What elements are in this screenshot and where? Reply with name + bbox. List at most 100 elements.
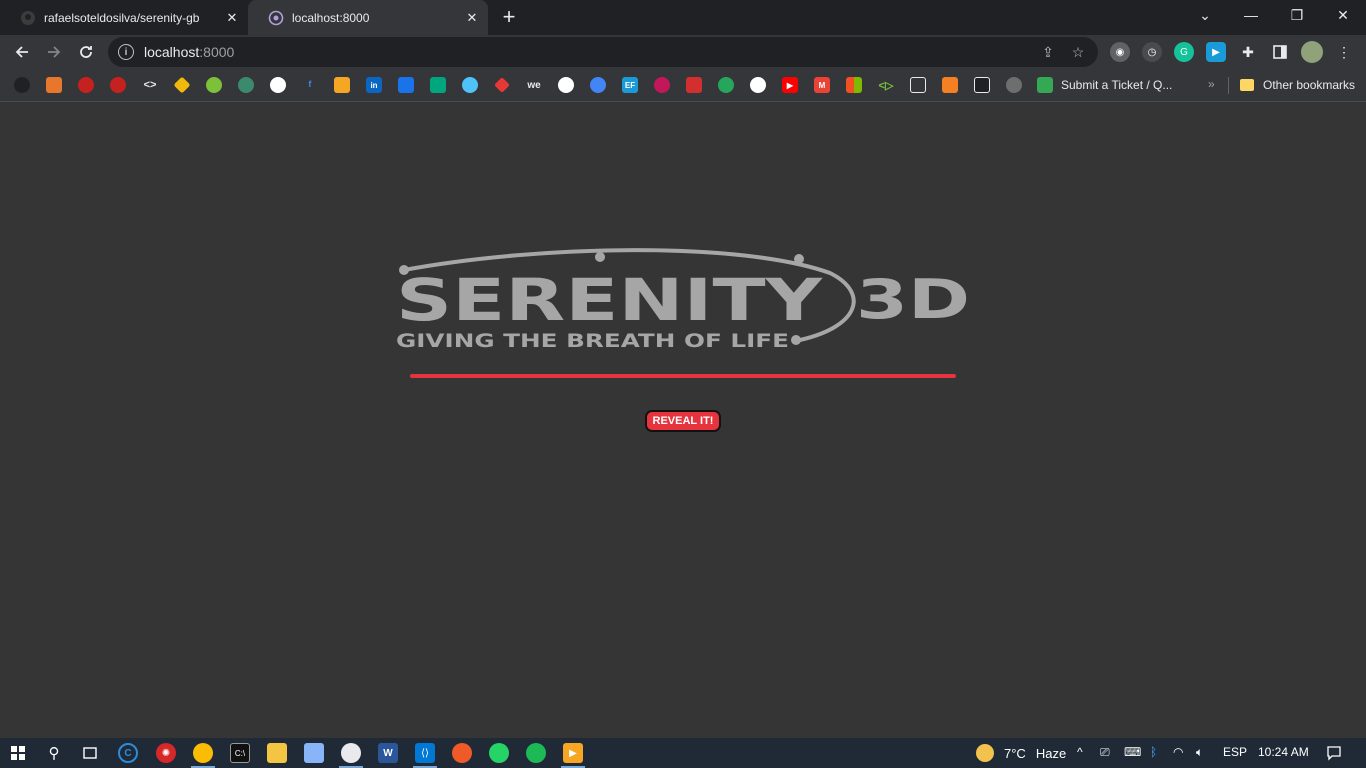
bookmark-icon[interactable]: [654, 77, 670, 93]
lightbulb-extension-icon[interactable]: ◉: [1110, 42, 1130, 62]
bookmark-icon[interactable]: [430, 77, 446, 93]
tab-localhost[interactable]: localhost:8000 ✕: [248, 0, 488, 35]
chevron-up-icon[interactable]: ^: [1077, 745, 1083, 759]
linkedin-bookmark-icon[interactable]: in: [366, 77, 382, 93]
language-indicator[interactable]: ESP: [1223, 745, 1247, 759]
minimize-button[interactable]: —: [1228, 0, 1274, 30]
bookmark-icon[interactable]: [910, 77, 926, 93]
bookmark-icon[interactable]: <▷: [878, 77, 894, 93]
logo-tagline: GIVING THE BREATH OF LIFE: [396, 330, 789, 352]
chrome-icon[interactable]: [193, 743, 213, 763]
address-bar[interactable]: i localhost:8000 ⇪ ☆: [108, 37, 1098, 67]
terminal-icon[interactable]: C:\: [230, 743, 250, 763]
meet-now-icon[interactable]: ⎚: [1100, 745, 1110, 760]
youtube-bookmark-icon[interactable]: ▶: [782, 77, 798, 93]
bookmark-icon[interactable]: [590, 77, 606, 93]
url-text[interactable]: localhost:8000: [144, 44, 234, 60]
input-method-icon[interactable]: ⌨: [1124, 745, 1141, 759]
bookmark-icon[interactable]: [398, 77, 414, 93]
bookmark-icon[interactable]: [750, 77, 766, 93]
code-bookmark-icon[interactable]: <>: [142, 77, 158, 93]
avatar[interactable]: [1301, 41, 1323, 63]
bookmark-icon[interactable]: [206, 77, 222, 93]
tab-github[interactable]: rafaelsoteldosilva/serenity-gb ✕: [0, 0, 248, 35]
bookmark-icon[interactable]: [238, 77, 254, 93]
bluetooth-icon[interactable]: ᛒ: [1150, 745, 1157, 759]
bookmark-icon[interactable]: [46, 77, 62, 93]
serenity-3d-logo: SERENITY 3D GIVING THE BREATH OF LIFE: [396, 248, 970, 352]
notepad-icon[interactable]: [304, 743, 324, 763]
restore-button[interactable]: ❐: [1274, 0, 1320, 30]
volume-icon[interactable]: 🔈︎: [1196, 745, 1203, 760]
logo-suffix-text: 3D: [856, 268, 970, 331]
paint-icon[interactable]: [341, 743, 361, 763]
side-panel-icon[interactable]: [1270, 42, 1290, 62]
weather-temp: 7°C: [1004, 745, 1026, 761]
puzzle-icon[interactable]: ✚: [1238, 42, 1258, 62]
reveal-button[interactable]: REVEAL IT!: [645, 410, 721, 432]
other-bookmarks-folder[interactable]: Other bookmarks: [1240, 76, 1355, 94]
stackoverflow-bookmark-icon[interactable]: [942, 77, 958, 93]
logo-dot: [794, 254, 804, 264]
postman-icon[interactable]: [452, 743, 472, 763]
menu-icon[interactable]: ⋮: [1334, 42, 1354, 62]
bookmark-submit-ticket[interactable]: Submit a Ticket / Q...: [1037, 76, 1172, 94]
back-button[interactable]: [10, 40, 34, 64]
github-bookmark-icon[interactable]: [14, 77, 30, 93]
weather-widget[interactable]: 7°C Haze: [976, 744, 1066, 762]
task-view-icon[interactable]: [80, 743, 100, 763]
reload-button[interactable]: [74, 40, 98, 64]
wifi-icon[interactable]: ◠: [1173, 745, 1183, 759]
close-window-button[interactable]: ✕: [1320, 0, 1366, 30]
clock[interactable]: 10:24 AM: [1258, 745, 1309, 759]
bookmark-icon[interactable]: [718, 77, 734, 93]
logo-dot: [791, 335, 801, 345]
grammarly-extension-icon[interactable]: G: [1174, 42, 1194, 62]
star-icon[interactable]: ☆: [1070, 44, 1086, 60]
info-icon[interactable]: i: [118, 44, 134, 60]
bookmark-icon[interactable]: [270, 77, 286, 93]
word-icon[interactable]: W: [378, 743, 398, 763]
url-port: :8000: [199, 44, 235, 60]
bookmark-icon[interactable]: [494, 77, 510, 93]
tab-search-icon[interactable]: ⌄: [1182, 0, 1228, 30]
bookmark-icon[interactable]: we: [526, 77, 542, 93]
bookmark-icon[interactable]: [1006, 77, 1022, 93]
close-icon[interactable]: ✕: [464, 10, 480, 26]
bookmark-icon[interactable]: [686, 77, 702, 93]
bookmarks-overflow-button[interactable]: »: [1208, 77, 1215, 91]
taskbar: ⚲ C ✺ C:\ W ⟨⟩ ▶ 7°C Haze ^ ⎚ ⌨ ᛒ ◠ 🔈︎ E…: [0, 738, 1366, 768]
microsoft-bookmark-icon[interactable]: [846, 77, 862, 93]
spotify-icon[interactable]: [526, 743, 546, 763]
forward-button[interactable]: [42, 40, 66, 64]
google-bookmark-icon[interactable]: [558, 77, 574, 93]
file-explorer-icon[interactable]: [267, 743, 287, 763]
bookmark-icon[interactable]: ᶠ: [302, 77, 318, 93]
new-tab-button[interactable]: +: [496, 4, 522, 30]
page-content: SERENITY 3D GIVING THE BREATH OF LIFE RE…: [0, 103, 1366, 738]
binance-bookmark-icon[interactable]: [173, 76, 191, 94]
app-icon[interactable]: C: [118, 743, 138, 763]
alarm-extension-icon[interactable]: ◷: [1142, 42, 1162, 62]
media-player-icon[interactable]: ▶: [563, 743, 583, 763]
app-icon[interactable]: ✺: [156, 743, 176, 763]
notifications-icon[interactable]: [1324, 743, 1344, 763]
bookmark-icon[interactable]: [78, 77, 94, 93]
logo-dot: [595, 252, 605, 262]
gmail-bookmark-icon[interactable]: M: [814, 77, 830, 93]
bookmark-icon[interactable]: [462, 77, 478, 93]
bookmark-icon[interactable]: [110, 77, 126, 93]
vscode-icon[interactable]: ⟨⟩: [415, 743, 435, 763]
bookmark-icon[interactable]: EF: [622, 77, 638, 93]
bookmark-icon[interactable]: [974, 77, 990, 93]
github-icon: [20, 10, 36, 26]
search-icon[interactable]: ⚲: [44, 743, 64, 763]
windows-start-icon[interactable]: [8, 743, 28, 763]
logo-main-text: SERENITY: [396, 266, 823, 334]
close-icon[interactable]: ✕: [224, 10, 240, 26]
screen-extension-icon[interactable]: ▶: [1206, 42, 1226, 62]
whatsapp-icon[interactable]: [489, 743, 509, 763]
bookmark-icon[interactable]: [334, 77, 350, 93]
globe-icon: [268, 10, 284, 26]
share-icon[interactable]: ⇪: [1040, 44, 1056, 60]
